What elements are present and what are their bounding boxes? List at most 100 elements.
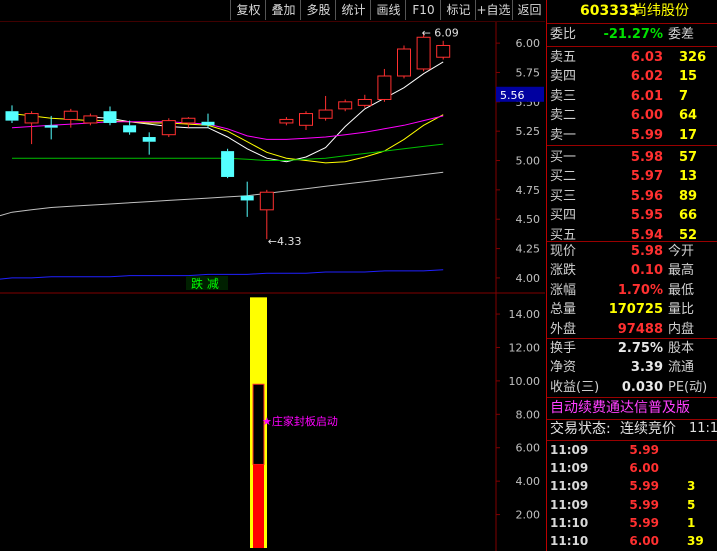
price-axis-tick-label: 4.50 <box>516 213 541 226</box>
stats-label2: 内盘 <box>668 321 695 337</box>
order-book-divider <box>547 145 717 146</box>
toolbar-button-1[interactable]: 叠加 <box>265 0 301 20</box>
stats-label: 现价 <box>550 244 577 259</box>
stats-value: 5.98 <box>630 244 663 259</box>
stats-label2: 最低 <box>668 282 695 298</box>
order-book-label: 买四 <box>550 208 577 224</box>
stats-row: 现价 5.98 今开 <box>547 242 717 262</box>
candle-body-down[interactable] <box>123 125 137 133</box>
candle-body-up[interactable] <box>299 113 313 126</box>
stock-code: 603333 <box>580 3 639 19</box>
candle-body-up[interactable] <box>377 75 392 100</box>
divider-label: 跌 减 <box>191 276 219 291</box>
tick-price: 6.00 <box>629 534 659 548</box>
order-book-volume: 15 <box>679 69 698 85</box>
stats-value: 0.10 <box>630 263 663 279</box>
banner-row[interactable]: 自动续费通达信普及版 <box>547 398 717 418</box>
candle-body-up[interactable] <box>338 101 353 110</box>
fundamentals-row: 收益(三) 0.030 PE(动) <box>547 378 717 398</box>
toolbar-button-7[interactable]: +自选 <box>475 0 511 20</box>
order-book-label: 卖三 <box>550 88 577 104</box>
candle-body-down[interactable] <box>142 137 156 142</box>
stats-row: 总量 170725 量比 <box>547 300 717 320</box>
candle-body-up[interactable] <box>357 98 372 106</box>
candle-body-down[interactable] <box>201 121 215 126</box>
tick-row: 11:09 5.99 3 <box>547 478 717 494</box>
stats-label2: 今开 <box>668 244 695 259</box>
candle-body-down[interactable] <box>240 195 254 201</box>
tick-volume: 3 <box>687 479 696 494</box>
trade-status-label: 交易状态: <box>550 421 611 437</box>
toolbar-button-0[interactable]: 复权 <box>230 0 266 20</box>
order-book-price: 5.96 <box>630 188 663 204</box>
stats-row: 涨跌 0.10 最高 <box>547 261 717 281</box>
fundamentals-value: 0.030 <box>621 379 663 395</box>
order-book-volume: 7 <box>679 88 689 104</box>
indicator-axis-tick-label: 6.00 <box>516 442 541 455</box>
candle-body-down[interactable] <box>44 125 58 128</box>
candle-body-down[interactable] <box>103 111 117 123</box>
candle-body-up[interactable] <box>318 109 333 119</box>
price-axis-tick-label: 5.00 <box>516 155 541 168</box>
order-book-label: 买二 <box>550 169 577 185</box>
fundamentals-value: 2.75% <box>617 341 663 356</box>
candle-body-down[interactable] <box>5 111 19 121</box>
price-axis-tick-label: 4.25 <box>516 243 541 256</box>
tick-time: 11:09 <box>550 479 589 494</box>
toolbar-button-6[interactable]: 标记 <box>440 0 476 20</box>
candle-body-up[interactable] <box>259 191 274 211</box>
banner-text[interactable]: 自动续费通达信普及版 <box>550 398 690 418</box>
order-book-volume: 326 <box>679 50 707 65</box>
toolbar-button-3[interactable]: 统计 <box>335 0 371 20</box>
candle-body-up[interactable] <box>397 48 411 77</box>
fundamentals-label: 收益(三) <box>550 379 600 395</box>
candle-body-up[interactable] <box>161 120 176 136</box>
order-book-row: 卖四 6.02 15 <box>547 67 717 87</box>
fundamentals-value: 3.39 <box>630 360 663 376</box>
fundamentals-label2: 流通 <box>668 360 695 376</box>
indicator-annotation: ★庄家封板启动 <box>262 414 338 428</box>
tick-volume: 1 <box>687 515 696 530</box>
chart-background <box>0 0 545 551</box>
candle-body-up[interactable] <box>279 118 294 124</box>
stats-label: 涨跌 <box>550 263 577 279</box>
tick-price: 5.99 <box>629 479 659 494</box>
commission-ratio-label: 委比 <box>550 27 577 42</box>
candle-body-up[interactable] <box>24 113 39 124</box>
order-book-row: 买三 5.96 89 <box>547 187 717 207</box>
toolbar-button-5[interactable]: F10 <box>405 0 441 20</box>
tick-row: 11:10 5.99 1 <box>547 515 717 531</box>
order-book-price: 6.02 <box>630 69 663 85</box>
tick-volume: 39 <box>687 534 704 548</box>
toolbar-button-2[interactable]: 多股 <box>300 0 336 20</box>
order-book-label: 买一 <box>550 150 577 165</box>
tick-time: 11:09 <box>550 497 589 512</box>
price-axis-tick-label: 6.00 <box>516 37 541 50</box>
fundamentals-label2: 股本 <box>668 341 695 356</box>
order-book-price: 5.99 <box>630 127 663 143</box>
indicator-axis-tick-label: 2.00 <box>516 509 541 522</box>
candle-body-up[interactable] <box>436 44 451 58</box>
trade-status-row: 交易状态: 连续竞价 11:1 <box>547 419 717 439</box>
candle-body-down[interactable] <box>221 151 235 177</box>
price-axis-tick-label: 5.75 <box>516 66 541 79</box>
toolbar-button-4[interactable]: 画线 <box>370 0 406 20</box>
tick-row: 11:10 6.00 39 <box>547 533 717 549</box>
order-book-row: 卖二 6.00 64 <box>547 106 717 126</box>
candle-body-up[interactable] <box>416 36 431 70</box>
candle-body-up[interactable] <box>181 117 196 124</box>
price-axis-tick-label: 5.25 <box>516 125 541 138</box>
toolbar-button-8[interactable]: 返回 <box>512 0 546 20</box>
kline-chart[interactable]: 6.005.755.505.255.004.754.504.254.005.56… <box>0 0 545 551</box>
tick-row: 11:09 6.00 <box>547 460 717 476</box>
order-book-price: 5.98 <box>630 150 663 165</box>
fundamentals-row: 换手 2.75% 股本 <box>547 339 717 359</box>
tick-row: 11:09 5.99 <box>547 442 717 458</box>
indicator-bar-fill <box>253 464 264 548</box>
order-book-row: 买四 5.95 66 <box>547 206 717 226</box>
candle-body-up[interactable] <box>63 110 78 120</box>
order-book-volume: 89 <box>679 188 698 204</box>
candle-body-up[interactable] <box>83 115 98 124</box>
stats-value: 1.70% <box>617 282 663 298</box>
high-marker-label: ← 6.09 <box>422 27 459 40</box>
